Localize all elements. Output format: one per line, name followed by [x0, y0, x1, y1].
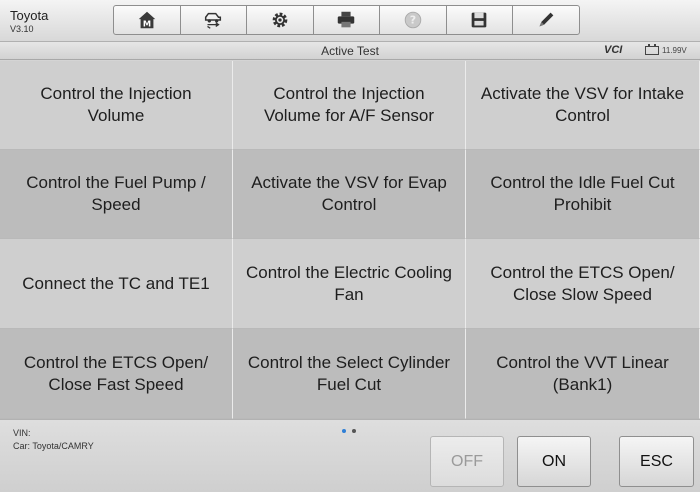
vehicle-swap-button[interactable]: [179, 5, 247, 35]
car-label: Car: Toyota/CAMRY: [13, 441, 94, 451]
test-item[interactable]: Control the Injection Volume for A/F Sen…: [233, 61, 466, 150]
on-button[interactable]: ON: [517, 436, 591, 487]
edit-button[interactable]: [512, 5, 580, 35]
test-item[interactable]: Control the ETCS Open/ Close Fast Speed: [0, 329, 233, 419]
page-indicator: [342, 429, 362, 433]
help-button[interactable]: ?: [379, 5, 447, 35]
settings-button[interactable]: [246, 5, 314, 35]
brand-block: Toyota V3.10: [10, 8, 48, 35]
test-item[interactable]: Activate the VSV for Evap Control: [233, 150, 466, 239]
svg-text:?: ?: [410, 14, 416, 27]
page-title: Active Test: [321, 44, 379, 58]
top-toolbar: Toyota V3.10 M ?: [0, 0, 700, 42]
title-bar: Active Test VCI 11.99V: [0, 42, 700, 60]
settings-gear-icon: [272, 12, 288, 28]
test-item[interactable]: Control the Fuel Pump / Speed: [0, 150, 233, 239]
vehicle-swap-icon: [205, 12, 222, 29]
svg-text:M: M: [143, 18, 151, 28]
test-item[interactable]: Control the Select Cylinder Fuel Cut: [233, 329, 466, 419]
esc-button[interactable]: ESC: [619, 436, 694, 487]
active-test-grid: Control the Injection Volume Control the…: [0, 61, 700, 419]
off-button[interactable]: OFF: [430, 436, 504, 487]
home-icon: M: [138, 11, 155, 28]
test-item[interactable]: Activate the VSV for Intake Control: [466, 61, 700, 150]
test-item[interactable]: Connect the TC and TE1: [0, 239, 233, 329]
page-dot-active[interactable]: [342, 429, 346, 433]
test-item[interactable]: Control the Electric Cooling Fan: [233, 239, 466, 329]
print-button[interactable]: [312, 5, 380, 35]
vehicle-info: VIN: Car: Toyota/CAMRY: [13, 427, 94, 453]
page-dot[interactable]: [352, 429, 356, 433]
save-button[interactable]: [445, 5, 513, 35]
vci-status: VCI: [604, 44, 623, 56]
battery-icon: [645, 44, 659, 55]
vehicle-make: Toyota: [10, 8, 49, 23]
home-button[interactable]: M: [113, 5, 181, 35]
printer-icon: [338, 11, 355, 28]
help-icon: ?: [404, 11, 421, 29]
battery-status: 11.99V: [645, 44, 687, 55]
battery-voltage: 11.99V: [662, 46, 687, 55]
footer-bar: VIN: Car: Toyota/CAMRY OFF ON ESC: [0, 419, 700, 492]
test-item[interactable]: Control the Idle Fuel Cut Prohibit: [466, 150, 700, 239]
save-icon: [471, 12, 487, 28]
test-item[interactable]: Control the ETCS Open/ Close Slow Speed: [466, 239, 700, 329]
edit-pen-icon: [539, 12, 554, 27]
software-version: V3.10: [10, 24, 34, 34]
vin-label: VIN:: [13, 428, 31, 438]
toolbar-buttons: M ?: [113, 5, 580, 35]
test-item[interactable]: Control the VVT Linear (Bank1): [466, 329, 700, 419]
test-item[interactable]: Control the Injection Volume: [0, 61, 233, 150]
